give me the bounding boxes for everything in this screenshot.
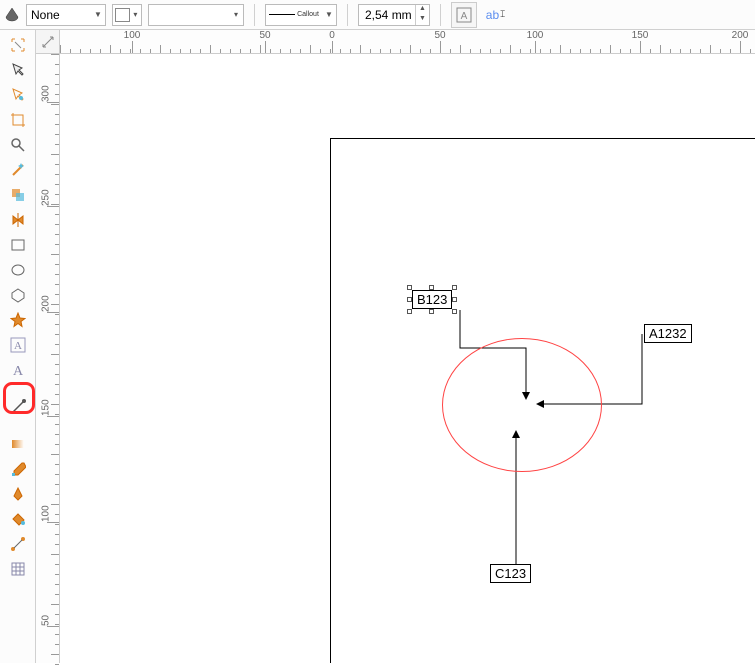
text-cursor-icon[interactable]: ab𝙸	[483, 2, 509, 28]
ruler-label: 200	[41, 295, 52, 312]
canvas-area[interactable]: B123 A1232 C123	[60, 54, 755, 663]
ruler-label: 250	[41, 189, 52, 206]
direct-select-tool[interactable]	[4, 82, 32, 107]
rectangle-tool[interactable]	[4, 232, 32, 257]
wand-tool[interactable]	[4, 157, 32, 182]
text-tool[interactable]: A	[4, 357, 32, 382]
pen-tool[interactable]	[4, 481, 32, 506]
toolbox-spacer	[4, 382, 32, 394]
ruler-label: 100	[124, 30, 141, 41]
callout-text: B123	[417, 292, 447, 307]
fill-swatch[interactable]: ▾	[112, 4, 142, 26]
ruler-label: 50	[259, 30, 270, 41]
separator	[440, 4, 441, 26]
chevron-down-icon[interactable]: ▾	[229, 10, 243, 19]
svg-text:A: A	[14, 340, 22, 352]
ruler-label: 0	[329, 30, 335, 41]
connector-tool[interactable]	[4, 531, 32, 556]
chevron-down-icon[interactable]: ▾	[130, 10, 141, 19]
ruler-label: 50	[434, 30, 445, 41]
line-style-preview: Callout	[266, 5, 322, 25]
shape-combine-tool[interactable]	[4, 182, 32, 207]
fill-select[interactable]: ▼	[26, 4, 106, 26]
ruler-label: 200	[732, 30, 749, 41]
ruler-label: 150	[41, 399, 52, 416]
horizontal-ruler[interactable]: 100 50 0 50 100 150 200	[60, 30, 755, 54]
ruler-origin[interactable]	[36, 30, 60, 54]
ruler-label: 150	[632, 30, 649, 41]
line-width-spinner[interactable]: ▲ ▼	[358, 4, 430, 26]
ruler-label: 50	[41, 615, 52, 626]
callout-label-b[interactable]: B123	[412, 290, 452, 309]
fill-preview[interactable]: ▾	[148, 4, 244, 26]
toolbox-spacer	[4, 419, 32, 431]
fill-icon	[4, 7, 20, 23]
select-tool[interactable]	[4, 57, 32, 82]
ellipse-tool[interactable]	[4, 257, 32, 282]
ruler-label: 100	[41, 505, 52, 522]
star-tool[interactable]	[4, 307, 32, 332]
crop-tool[interactable]	[4, 107, 32, 132]
scale-tool[interactable]	[4, 32, 32, 57]
line-width-input[interactable]	[359, 5, 415, 25]
callout-label-a[interactable]: A1232	[644, 324, 692, 343]
callout-text: C123	[495, 566, 526, 581]
polygon-tool[interactable]	[4, 282, 32, 307]
callout-text: A1232	[649, 326, 687, 341]
text-frame-tool[interactable]: A	[4, 332, 32, 357]
callout-tool[interactable]	[4, 394, 32, 419]
eyedropper-tool[interactable]	[4, 456, 32, 481]
svg-text:A: A	[461, 11, 468, 22]
bucket-tool[interactable]	[4, 506, 32, 531]
ruler-label: 300	[41, 85, 52, 102]
fill-mode-input[interactable]	[27, 5, 91, 25]
svg-text:A: A	[12, 364, 23, 378]
grid-tool[interactable]	[4, 556, 32, 581]
line-style-select[interactable]: Callout ▼	[265, 4, 337, 26]
property-toolbar: ▼ ▾ ▾ Callout ▼ ▲ ▼ A ab𝙸	[0, 0, 755, 30]
zoom-tool[interactable]	[4, 132, 32, 157]
text-frame-icon[interactable]: A	[451, 2, 477, 28]
chevron-down-icon[interactable]: ▼	[91, 10, 105, 19]
toolbox: A A	[0, 30, 36, 663]
ruler-label: 100	[527, 30, 544, 41]
spin-up-icon[interactable]: ▲	[416, 5, 429, 15]
ellipse-shape[interactable]	[442, 338, 602, 472]
gradient-tool[interactable]	[4, 431, 32, 456]
separator	[254, 4, 255, 26]
spin-down-icon[interactable]: ▼	[416, 15, 429, 25]
mirror-tool[interactable]	[4, 207, 32, 232]
vertical-ruler[interactable]: 300 250 200 150 100 50	[36, 54, 60, 663]
callout-label-c[interactable]: C123	[490, 564, 531, 583]
separator	[347, 4, 348, 26]
chevron-down-icon[interactable]: ▼	[322, 10, 336, 19]
